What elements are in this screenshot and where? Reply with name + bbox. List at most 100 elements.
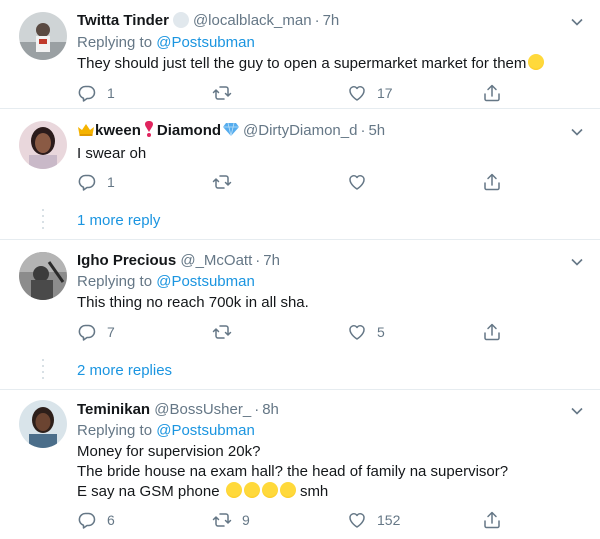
reply-icon xyxy=(78,324,96,341)
heart-icon xyxy=(349,513,365,528)
author-name[interactable]: Teminikan xyxy=(77,401,150,418)
retweet-button[interactable] xyxy=(212,172,242,192)
tweet-card[interactable]: Twitta Tinder @localblack_man · 7h Replying… xyxy=(0,0,600,109)
share-icon xyxy=(484,173,500,191)
share-button[interactable] xyxy=(482,510,502,530)
author-handle[interactable]: @DirtyDiamon_d xyxy=(243,122,357,139)
exclamation-emoji-icon xyxy=(143,121,155,137)
like-button[interactable]: 5 xyxy=(347,322,385,342)
author-handle[interactable]: @_McOatt xyxy=(180,252,252,269)
chevron-down-icon[interactable] xyxy=(570,404,584,418)
laughing-emoji-icon xyxy=(528,54,545,70)
chevron-down-icon[interactable] xyxy=(570,125,584,139)
tweet-text: They should just tell the guy to open a … xyxy=(77,54,545,74)
author-handle[interactable]: @localblack_man xyxy=(193,12,312,29)
retweet-button[interactable] xyxy=(212,322,242,342)
replying-to-label: Replying to xyxy=(77,273,153,290)
tweet-card[interactable]: kween Diamond @DirtyDiamon_d · 5h I swear … xyxy=(0,109,600,240)
tweet-text-line: E say na GSM phone smh xyxy=(77,482,508,502)
author-name[interactable]: kween xyxy=(95,122,141,139)
tweet-header: Igho Precious @_McOatt · 7h xyxy=(77,251,280,271)
tweet-text-line: The bride house na exam hall? the head o… xyxy=(77,463,509,480)
reply-count: 1 xyxy=(107,85,115,101)
retweet-icon xyxy=(212,175,232,189)
retweet-icon xyxy=(212,325,232,339)
tweet-text: I swear oh xyxy=(77,144,146,164)
thread-dots xyxy=(42,359,44,383)
reply-button[interactable]: 1 xyxy=(77,83,115,103)
tweet-text: Money for supervision 20k? The bride hou… xyxy=(77,442,508,502)
rofl-emoji-icon xyxy=(225,482,242,498)
tweet-time[interactable]: 5h xyxy=(368,122,385,139)
tweet-time[interactable]: 7h xyxy=(323,12,340,29)
tweet-text-line: Money for supervision 20k? xyxy=(77,443,261,460)
share-button[interactable] xyxy=(482,83,502,103)
reply-button[interactable]: 7 xyxy=(77,322,115,342)
share-icon xyxy=(484,511,500,529)
tweet-header: Twitta Tinder @localblack_man · 7h xyxy=(77,11,339,31)
like-button[interactable] xyxy=(347,172,377,192)
like-count: 17 xyxy=(377,85,393,101)
author-name-suffix[interactable]: Diamond xyxy=(157,122,221,139)
avatar[interactable] xyxy=(19,400,67,448)
retweet-button[interactable]: 9 xyxy=(212,510,250,530)
tweet-actions: 1 xyxy=(77,172,507,192)
rofl-emoji-icon xyxy=(279,482,296,498)
avatar[interactable] xyxy=(19,252,67,300)
retweet-count: 9 xyxy=(242,512,250,528)
retweet-icon xyxy=(212,86,232,100)
replying-to-mention[interactable]: @Postsubman xyxy=(156,273,255,290)
tweet-actions: 6 9 152 xyxy=(77,510,507,530)
tweet-actions: 7 5 xyxy=(77,322,507,342)
badge-icon xyxy=(172,12,189,28)
rofl-emoji-icon xyxy=(261,482,278,498)
share-button[interactable] xyxy=(482,322,502,342)
tweet-time[interactable]: 8h xyxy=(262,401,279,418)
tweet-text-line: I swear oh xyxy=(77,145,147,162)
retweet-icon xyxy=(212,513,232,527)
separator-dot: · xyxy=(360,122,366,139)
author-name[interactable]: Igho Precious xyxy=(77,252,176,269)
like-count: 152 xyxy=(377,512,401,528)
replying-to-label: Replying to xyxy=(77,422,153,439)
rofl-emoji-icon xyxy=(243,482,260,498)
show-more-replies-link[interactable]: 1 more reply xyxy=(77,211,160,231)
separator-dot: · xyxy=(314,12,320,29)
chevron-down-icon[interactable] xyxy=(570,255,584,269)
tweet-card[interactable]: Igho Precious @_McOatt · 7h Replying to @P… xyxy=(0,240,600,390)
retweet-button[interactable] xyxy=(212,83,242,103)
tweet-card[interactable]: Teminikan @BossUsher_ · 8h Replying to @Po… xyxy=(0,390,600,539)
crown-emoji-icon xyxy=(77,122,95,136)
reply-icon xyxy=(78,85,96,102)
avatar[interactable] xyxy=(19,121,67,169)
like-count: 5 xyxy=(377,324,385,340)
reply-count: 1 xyxy=(107,174,115,190)
like-button[interactable]: 152 xyxy=(347,510,400,530)
reply-button[interactable]: 1 xyxy=(77,172,115,192)
tweet-text-line: This thing no reach 700k in all sha. xyxy=(77,294,309,311)
replying-to-mention[interactable]: @Postsubman xyxy=(156,422,255,439)
tweet-header: Teminikan @BossUsher_ · 8h xyxy=(77,400,279,420)
show-more-replies-link[interactable]: 2 more replies xyxy=(77,361,172,381)
replying-to-label: Replying to xyxy=(77,34,153,51)
heart-icon xyxy=(349,175,365,190)
replying-to: Replying to @Postsubman xyxy=(77,33,255,53)
replying-to: Replying to @Postsubman xyxy=(77,272,255,292)
tweet-text-fragment: E say na GSM phone xyxy=(77,483,220,500)
tweet-time[interactable]: 7h xyxy=(263,252,280,269)
thread-dots xyxy=(42,209,44,233)
tweet-header: kween Diamond @DirtyDiamon_d · 5h xyxy=(77,121,385,141)
reply-feed: Twitta Tinder @localblack_man · 7h Replying… xyxy=(0,0,600,539)
like-button[interactable]: 17 xyxy=(347,83,393,103)
heart-icon xyxy=(349,325,365,340)
separator-dot: · xyxy=(255,252,261,269)
replying-to-mention[interactable]: @Postsubman xyxy=(156,34,255,51)
reply-icon xyxy=(78,174,96,191)
author-name[interactable]: Twitta Tinder xyxy=(77,12,169,29)
avatar[interactable] xyxy=(19,12,67,60)
chevron-down-icon[interactable] xyxy=(570,15,584,29)
diamond-emoji-icon xyxy=(223,122,240,137)
author-handle[interactable]: @BossUsher_ xyxy=(154,401,251,418)
share-button[interactable] xyxy=(482,172,502,192)
reply-button[interactable]: 6 xyxy=(77,510,115,530)
